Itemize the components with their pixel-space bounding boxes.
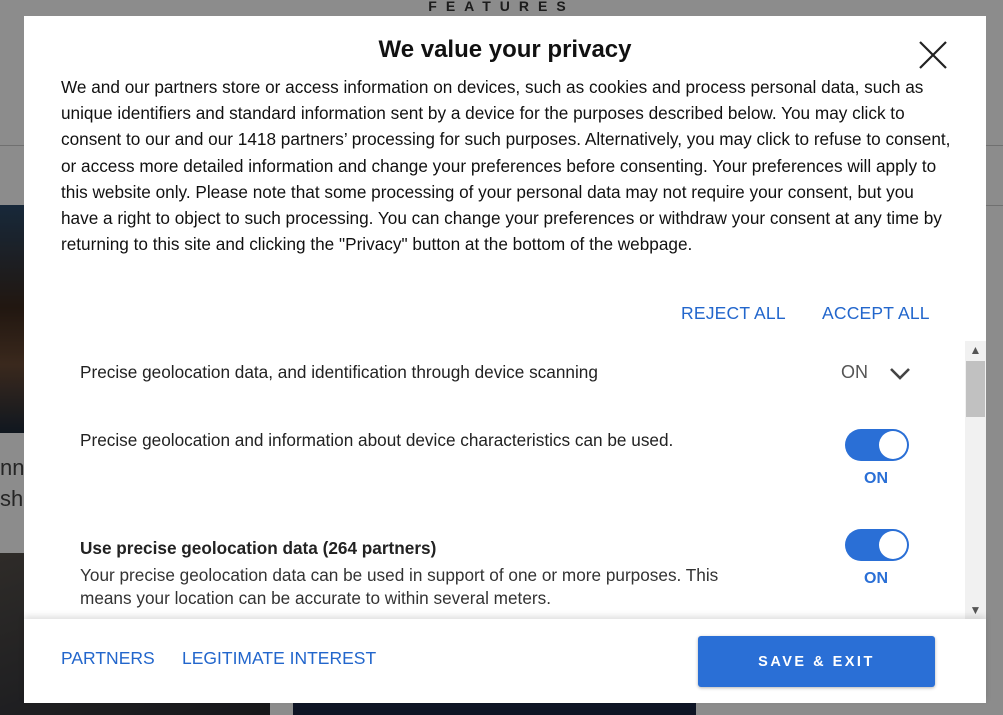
reject-all-button[interactable]: REJECT ALL	[681, 303, 786, 324]
dialog-footer: PARTNERS LEGITIMATE INTEREST SAVE & EXIT	[24, 619, 986, 703]
dialog-title: We value your privacy	[378, 36, 632, 63]
close-icon	[919, 41, 947, 69]
accept-all-button[interactable]: ACCEPT ALL	[822, 303, 930, 324]
purpose-description: Your precise geolocation data can be use…	[80, 565, 719, 608]
purpose-toggle[interactable]	[845, 529, 909, 561]
scroll-up-arrow-icon[interactable]: ▲	[965, 341, 986, 359]
scroll-down-arrow-icon[interactable]: ▼	[965, 601, 986, 619]
purpose-title: Use precise geolocation data (264 partne…	[80, 538, 437, 558]
expand-button[interactable]	[888, 363, 912, 383]
legitimate-interest-link[interactable]: LEGITIMATE INTEREST	[182, 648, 376, 669]
close-button[interactable]	[916, 38, 950, 72]
chevron-down-icon	[890, 368, 910, 380]
category-description: Precise geolocation and information abou…	[80, 430, 674, 450]
privacy-consent-dialog: We value your privacy We and our partner…	[24, 16, 986, 703]
purpose-category-status: ON	[841, 362, 868, 382]
toggle-state-label: ON	[864, 470, 888, 487]
partners-link[interactable]: PARTNERS	[61, 648, 155, 669]
toggle-knob	[879, 531, 907, 559]
category-toggle[interactable]	[845, 429, 909, 461]
toggle-state-label: ON	[864, 570, 888, 587]
save-and-exit-button[interactable]: SAVE & EXIT	[698, 636, 935, 687]
settings-scroll-area[interactable]: Precise geolocation data, and identifica…	[24, 341, 986, 619]
consent-intro-text: We and our partners store or access info…	[61, 77, 951, 255]
scrollbar[interactable]: ▲ ▼	[965, 341, 986, 619]
toggle-knob	[879, 431, 907, 459]
purpose-category-label: Precise geolocation data, and identifica…	[80, 362, 598, 382]
scroll-thumb[interactable]	[966, 361, 985, 417]
